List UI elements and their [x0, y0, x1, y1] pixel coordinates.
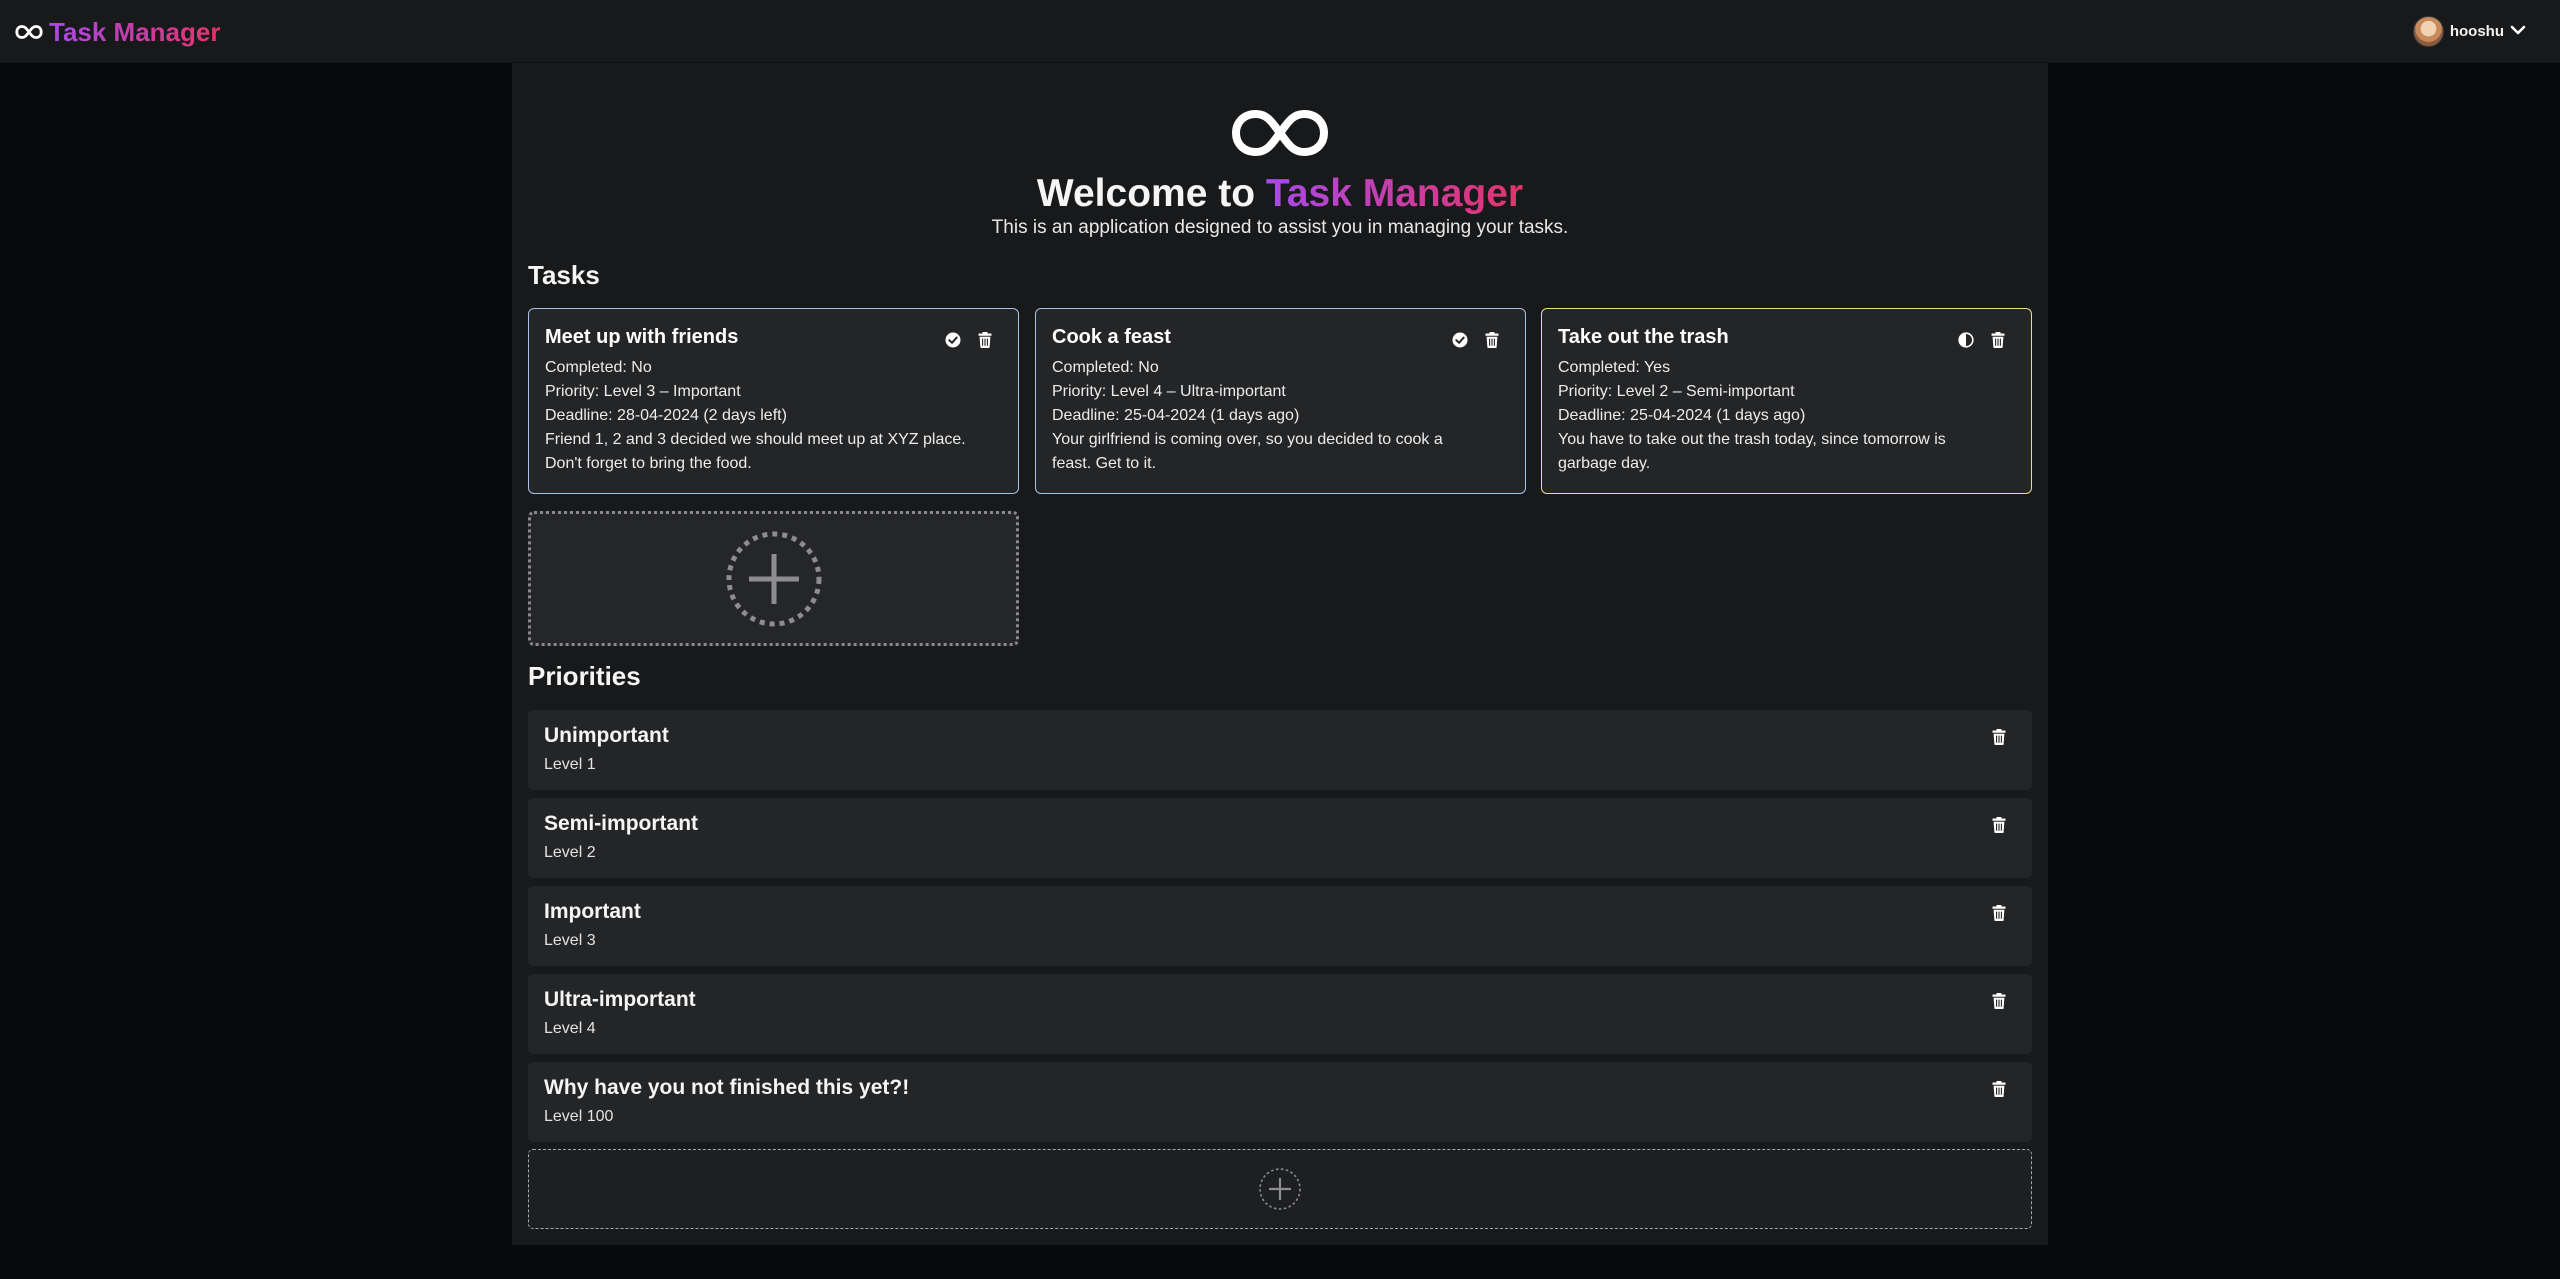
- task-completed: Completed: Yes: [1558, 359, 1671, 376]
- task-description: You have to take out the trash today, si…: [1558, 431, 1946, 448]
- trash-icon: [978, 332, 992, 348]
- trash-icon: [1992, 1081, 2006, 1097]
- priority-row[interactable]: Unimportant Level 1: [528, 710, 2032, 790]
- delete-task-button[interactable]: [976, 331, 994, 349]
- delete-priority-button[interactable]: [1990, 904, 2008, 922]
- avatar: [2412, 16, 2444, 47]
- task-completed: Completed: No: [545, 359, 652, 376]
- title-accent: Task Manager: [1265, 172, 1524, 215]
- half-circle-icon: [1958, 332, 1974, 348]
- task-title: Meet up with friends: [545, 326, 739, 348]
- task-description: Don't forget to bring the food.: [545, 455, 752, 472]
- user-menu[interactable]: hooshu: [2412, 16, 2526, 47]
- delete-task-button[interactable]: [1483, 331, 1501, 349]
- mark-complete-button[interactable]: [1451, 331, 1469, 349]
- mark-incomplete-button[interactable]: [1957, 331, 1975, 349]
- trash-icon: [1992, 729, 2006, 745]
- task-priority: Priority: Level 4 – Ultra-important: [1052, 383, 1286, 400]
- priority-row[interactable]: Why have you not finished this yet?! Lev…: [528, 1062, 2032, 1142]
- priority-name: Why have you not finished this yet?!: [544, 1076, 910, 1099]
- trash-icon: [1992, 905, 2006, 921]
- priority-name: Ultra-important: [544, 988, 696, 1011]
- add-task-button[interactable]: [528, 511, 1019, 646]
- delete-priority-button[interactable]: [1990, 1080, 2008, 1098]
- add-priority-button[interactable]: [528, 1149, 2032, 1229]
- tasks-heading: Tasks: [528, 260, 600, 290]
- task-description: feast. Get to it.: [1052, 455, 1157, 472]
- delete-priority-button[interactable]: [1990, 728, 2008, 746]
- delete-task-button[interactable]: [1989, 331, 2007, 349]
- page-subtitle: This is an application designed to assis…: [991, 217, 1569, 238]
- infinity-hero-icon: [1230, 105, 1330, 166]
- plus-circle-icon: [1259, 1168, 1301, 1210]
- task-description: Your girlfriend is coming over, so you d…: [1052, 431, 1443, 448]
- task-description: garbage day.: [1558, 455, 1651, 472]
- priority-level: Level 1: [544, 756, 596, 773]
- priority-name: Important: [544, 900, 641, 923]
- plus-circle-icon: [726, 531, 821, 626]
- delete-priority-button[interactable]: [1990, 816, 2008, 834]
- priority-level: Level 2: [544, 844, 596, 861]
- priority-row[interactable]: Important Level 3: [528, 886, 2032, 966]
- task-deadline: Deadline: 25-04-2024 (1 days ago): [1052, 407, 1300, 424]
- delete-priority-button[interactable]: [1990, 992, 2008, 1010]
- brand-name: Task Manager: [49, 17, 221, 47]
- priorities-heading: Priorities: [528, 661, 641, 691]
- main-content: Welcome to Task Manager This is an appli…: [512, 63, 2048, 1245]
- task-description: Friend 1, 2 and 3 decided we should meet…: [545, 431, 966, 448]
- trash-icon: [1991, 332, 2005, 348]
- task-card[interactable]: Meet up with friends Completed: No Prior…: [528, 308, 1019, 494]
- priority-name: Unimportant: [544, 724, 669, 747]
- priority-row[interactable]: Semi-important Level 2: [528, 798, 2032, 878]
- task-deadline: Deadline: 25-04-2024 (1 days ago): [1558, 407, 1806, 424]
- task-card-completed[interactable]: Take out the trash Completed: Yes Priori…: [1541, 308, 2032, 494]
- chevron-down-icon: [2510, 23, 2526, 41]
- task-priority: Priority: Level 2 – Semi-important: [1558, 383, 1795, 400]
- priority-row[interactable]: Ultra-important Level 4: [528, 974, 2032, 1054]
- infinity-logo-icon: [15, 24, 43, 40]
- priority-name: Semi-important: [544, 812, 699, 835]
- check-circle-icon: [945, 332, 961, 348]
- user-name: hooshu: [2449, 23, 2504, 40]
- priority-level: Level 4: [544, 1020, 596, 1037]
- trash-icon: [1992, 993, 2006, 1009]
- priority-level: Level 3: [544, 932, 596, 949]
- mark-complete-button[interactable]: [944, 331, 962, 349]
- task-completed: Completed: No: [1052, 359, 1159, 376]
- priority-level: Level 100: [544, 1108, 614, 1125]
- brand[interactable]: Task Manager: [15, 15, 220, 49]
- task-title: Take out the trash: [1558, 326, 1729, 348]
- trash-icon: [1992, 817, 2006, 833]
- task-card[interactable]: Cook a feast Completed: No Priority: Lev…: [1035, 308, 1526, 494]
- trash-icon: [1485, 332, 1499, 348]
- title-prefix: Welcome to: [1036, 172, 1266, 215]
- task-deadline: Deadline: 28-04-2024 (2 days left): [545, 407, 787, 424]
- page-title: Welcome to Task Manager: [512, 171, 2048, 217]
- task-priority: Priority: Level 3 – Important: [545, 383, 741, 400]
- top-navbar: Task Manager hooshu: [0, 0, 2560, 63]
- task-title: Cook a feast: [1052, 326, 1171, 348]
- check-circle-icon: [1452, 332, 1468, 348]
